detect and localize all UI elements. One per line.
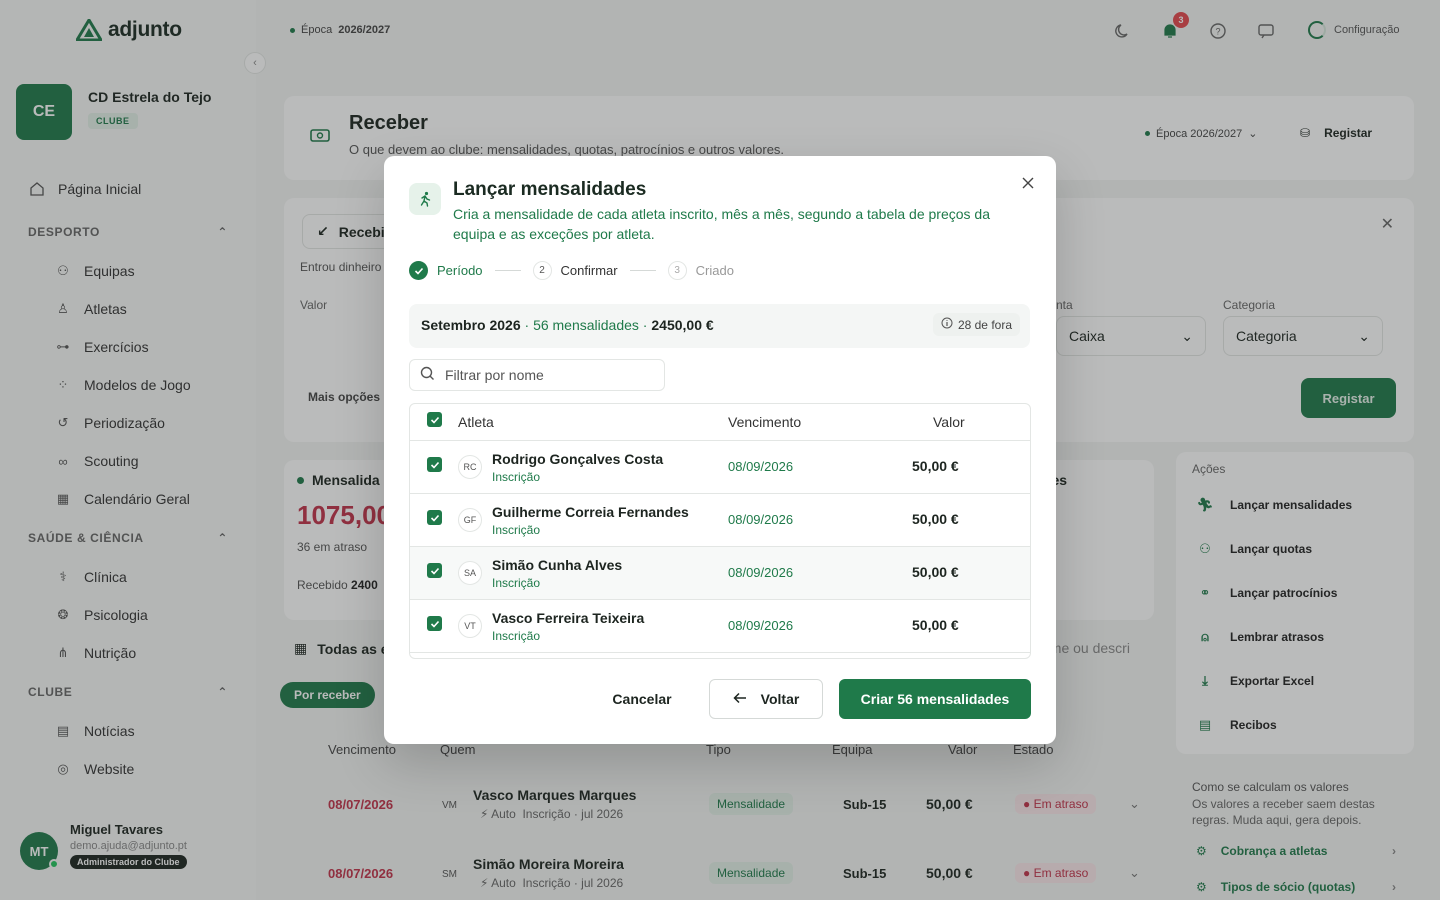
step-label: Período bbox=[437, 263, 483, 278]
step-number: 3 bbox=[667, 261, 687, 280]
filter-field[interactable] bbox=[409, 359, 665, 391]
athlete-avatar: GF bbox=[458, 508, 482, 532]
table-row[interactable]: VT Vasco Ferreira Teixeira Inscrição 08/… bbox=[410, 600, 1030, 653]
fee-value: 50,00 € bbox=[912, 617, 959, 633]
check-circle-icon bbox=[409, 261, 428, 280]
search-icon bbox=[420, 366, 435, 384]
athlete-avatar: VT bbox=[458, 614, 482, 638]
launch-fees-modal: Lançar mensalidades Cria a mensalidade d… bbox=[384, 156, 1056, 744]
athlete-avatar: RC bbox=[458, 455, 482, 479]
summary-total: 2450,00 € bbox=[651, 317, 714, 333]
modal-title: Lançar mensalidades bbox=[453, 179, 647, 200]
col-atleta[interactable]: Atleta bbox=[458, 414, 494, 430]
step-criado: 3 Criado bbox=[667, 261, 734, 280]
close-icon[interactable] bbox=[1018, 173, 1038, 193]
row-checkbox[interactable] bbox=[427, 457, 442, 472]
fee-value: 50,00 € bbox=[912, 511, 959, 527]
summary-period: Setembro 2026 bbox=[421, 317, 521, 333]
stepper: Período 2 Confirmar 3 Criado bbox=[409, 261, 734, 280]
athlete-name: Vasco Ferreira Teixeira bbox=[492, 610, 645, 626]
step-label: Confirmar bbox=[560, 263, 618, 278]
table-row[interactable]: GF Guilherme Correia Fernandes Inscrição… bbox=[410, 494, 1030, 547]
athlete-name: Simão Cunha Alves bbox=[492, 557, 623, 573]
table-row[interactable]: RC Rodrigo Gonçalves Costa Inscrição 08/… bbox=[410, 441, 1030, 494]
athlete-sub: Inscrição bbox=[492, 576, 541, 590]
step-number: 2 bbox=[532, 261, 552, 280]
athlete-name: Rodrigo Gonçalves Costa bbox=[492, 451, 664, 467]
step-label: Criado bbox=[695, 263, 734, 278]
athlete-sub: Inscrição bbox=[492, 629, 541, 643]
athletes-table: Atleta Vencimento Valor RC Rodrigo Gonça… bbox=[409, 403, 1031, 659]
fee-value: 50,00 € bbox=[912, 564, 959, 580]
step-confirmar: 2 Confirmar bbox=[532, 261, 618, 280]
select-all-checkbox[interactable] bbox=[427, 412, 442, 427]
athlete-sub: Inscrição bbox=[492, 523, 541, 537]
athlete-sub: Inscrição bbox=[492, 470, 541, 484]
col-valor[interactable]: Valor bbox=[933, 414, 965, 430]
row-checkbox[interactable] bbox=[427, 616, 442, 631]
row-checkbox[interactable] bbox=[427, 563, 442, 578]
back-button[interactable]: Voltar bbox=[709, 679, 823, 719]
due-date: 08/09/2026 bbox=[728, 618, 794, 633]
back-label: Voltar bbox=[760, 691, 800, 707]
step-separator bbox=[629, 270, 656, 271]
table-row[interactable]: SA Simão Cunha Alves Inscrição 08/09/202… bbox=[410, 547, 1030, 600]
modal-description: Cria a mensalidade de cada atleta inscri… bbox=[453, 206, 990, 242]
filter-input[interactable] bbox=[445, 367, 645, 383]
create-fees-button[interactable]: Criar 56 mensalidades bbox=[839, 679, 1031, 719]
cancel-button[interactable]: Cancelar bbox=[597, 679, 687, 719]
athlete-avatar: SA bbox=[458, 561, 482, 585]
step-periodo[interactable]: Período bbox=[409, 261, 483, 280]
excluded-text: 28 de fora bbox=[957, 317, 1012, 332]
row-checkbox[interactable] bbox=[427, 510, 442, 525]
summary-separator: · bbox=[524, 317, 534, 333]
step-separator bbox=[494, 270, 521, 271]
due-date: 08/09/2026 bbox=[728, 565, 794, 580]
due-date: 08/09/2026 bbox=[728, 459, 794, 474]
info-icon bbox=[941, 317, 953, 332]
summary-text: Setembro 2026 · 56 mensalidades · 2450,0… bbox=[421, 317, 714, 333]
arrow-left-icon bbox=[733, 691, 747, 707]
summary-bar: Setembro 2026 · 56 mensalidades · 2450,0… bbox=[409, 304, 1030, 348]
excluded-badge[interactable]: 28 de fora bbox=[932, 313, 1020, 336]
due-date: 08/09/2026 bbox=[728, 512, 794, 527]
athlete-name: Guilherme Correia Fernandes bbox=[492, 504, 689, 520]
fee-value: 50,00 € bbox=[912, 458, 959, 474]
col-vencimento[interactable]: Vencimento bbox=[728, 414, 801, 430]
summary-separator: · bbox=[638, 317, 652, 333]
table-header: Atleta Vencimento Valor bbox=[410, 404, 1030, 441]
runner-icon bbox=[409, 183, 441, 215]
summary-count: 56 mensalidades bbox=[533, 317, 639, 333]
